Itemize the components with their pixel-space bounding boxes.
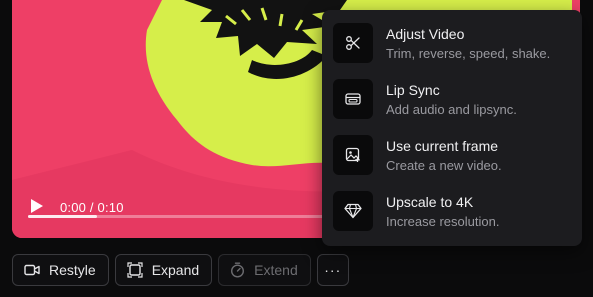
diamond-icon	[333, 191, 373, 231]
menu-item-use-current-frame[interactable]: Use current frame Create a new video.	[333, 135, 582, 191]
progress-fill	[28, 215, 98, 218]
menu-item-title: Adjust Video	[386, 26, 465, 42]
action-toolbar: Restyle Expand Extend ···	[12, 254, 349, 286]
menu-item-upscale-4k[interactable]: Upscale to 4K Increase resolution.	[333, 191, 582, 247]
expand-label: Expand	[151, 262, 200, 278]
app-stage: 0:00 / 0:10 Restyle Expand Extend ··· Ad…	[0, 0, 593, 297]
menu-item-title: Lip Sync	[386, 82, 440, 98]
expand-frames-icon	[127, 262, 143, 278]
menu-item-subtitle: Increase resolution.	[386, 214, 500, 229]
more-options-menu: Adjust Video Trim, reverse, speed, shake…	[322, 10, 582, 246]
restyle-button[interactable]: Restyle	[12, 254, 109, 286]
extend-button[interactable]: Extend	[218, 254, 311, 286]
menu-item-title: Use current frame	[386, 138, 499, 154]
expand-button[interactable]: Expand	[114, 254, 213, 286]
menu-item-subtitle: Trim, reverse, speed, shake.	[386, 46, 551, 61]
image-frame-icon	[333, 135, 373, 175]
menu-item-lip-sync[interactable]: Lip Sync Add audio and lipsync.	[333, 79, 582, 135]
time-display: 0:00 / 0:10	[60, 200, 124, 215]
stopwatch-icon	[231, 262, 245, 278]
video-camera-icon	[24, 264, 40, 276]
restyle-label: Restyle	[49, 262, 96, 278]
play-icon[interactable]	[30, 198, 44, 214]
menu-item-title: Upscale to 4K	[386, 194, 474, 210]
extend-label: Extend	[254, 262, 298, 278]
menu-item-subtitle: Add audio and lipsync.	[386, 102, 517, 117]
more-options-button[interactable]: ···	[316, 254, 349, 286]
menu-item-subtitle: Create a new video.	[386, 158, 502, 173]
scissors-icon	[333, 23, 373, 63]
menu-item-adjust-video[interactable]: Adjust Video Trim, reverse, speed, shake…	[333, 23, 582, 79]
ellipsis-icon: ···	[324, 262, 342, 278]
lip-sync-icon	[333, 79, 373, 119]
